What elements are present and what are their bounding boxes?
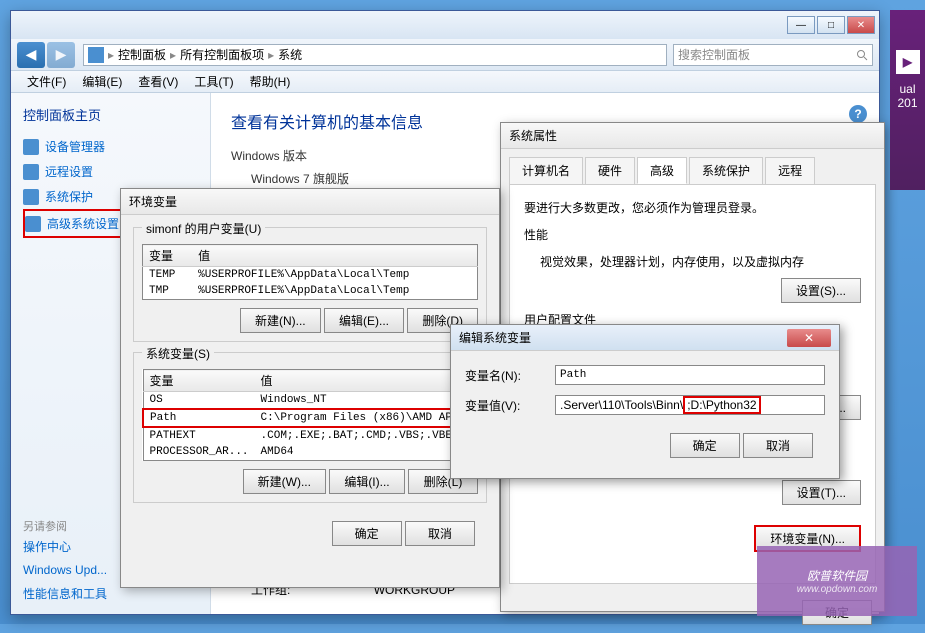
sys-edit-button[interactable]: 编辑(I)... bbox=[329, 469, 404, 494]
maximize-button[interactable]: □ bbox=[817, 16, 845, 34]
envvars-cancel-button[interactable]: 取消 bbox=[405, 521, 475, 546]
tab-computer-name[interactable]: 计算机名 bbox=[509, 157, 583, 184]
table-row-path[interactable]: PathC:\Program Files (x86)\AMD APP\... bbox=[143, 409, 492, 427]
bc-control-panel[interactable]: 控制面板 bbox=[114, 46, 170, 63]
tab-hardware[interactable]: 硬件 bbox=[585, 157, 635, 184]
vs-icon: ▶ bbox=[896, 50, 920, 74]
sys-vars-table[interactable]: 变量值 OSWindows_NT PathC:\Program Files (x… bbox=[142, 369, 493, 461]
envvars-ok-button[interactable]: 确定 bbox=[332, 521, 402, 546]
sys-vars-group: 系统变量(S) 变量值 OSWindows_NT PathC:\Program … bbox=[133, 352, 487, 503]
envvars-title: 环境变量 bbox=[121, 189, 499, 215]
perf-title: 性能 bbox=[524, 226, 861, 243]
perf-text: 视觉效果，处理器计划，内存使用，以及虚拟内存 bbox=[524, 253, 861, 270]
titlebar: — □ ✕ bbox=[11, 11, 879, 39]
tab-advanced[interactable]: 高级 bbox=[637, 157, 687, 184]
close-icon[interactable]: ✕ bbox=[787, 329, 831, 347]
user-vars-group: simonf 的用户变量(U) 变量值 TEMP%USERPROFILE%\Ap… bbox=[133, 227, 487, 342]
forward-button[interactable]: ▶ bbox=[47, 42, 75, 68]
sys-new-button[interactable]: 新建(W)... bbox=[243, 469, 326, 494]
highlighted-value: ;D:\Python32 bbox=[683, 396, 760, 414]
watermark-text: 欧普软件园 bbox=[807, 567, 867, 584]
table-row[interactable]: TMP%USERPROFILE%\AppData\Local\Temp bbox=[143, 283, 478, 300]
perf-settings-button[interactable]: 设置(S)... bbox=[781, 278, 861, 303]
shield-icon bbox=[23, 189, 39, 205]
var-name-input[interactable] bbox=[555, 365, 825, 385]
search-input[interactable]: 搜索控制面板 bbox=[673, 44, 873, 66]
sidebar-item-device-manager[interactable]: 设备管理器 bbox=[23, 134, 198, 159]
menubar: 文件(F) 编辑(E) 查看(V) 工具(T) 帮助(H) bbox=[11, 71, 879, 93]
tab-remote[interactable]: 远程 bbox=[765, 157, 815, 184]
sidebar-item-remote[interactable]: 远程设置 bbox=[23, 159, 198, 184]
help-icon[interactable]: ? bbox=[849, 105, 867, 123]
watermark: 欧普软件园 www.opdown.com bbox=[757, 546, 917, 616]
sidebar-title: 控制面板主页 bbox=[23, 105, 198, 124]
tabs: 计算机名 硬件 高级 系统保护 远程 bbox=[501, 149, 884, 184]
table-row[interactable]: TEMP%USERPROFILE%\AppData\Local\Temp bbox=[143, 267, 478, 284]
shield-icon bbox=[23, 139, 39, 155]
menu-help[interactable]: 帮助(H) bbox=[242, 73, 299, 90]
editvar-ok-button[interactable]: 确定 bbox=[670, 433, 740, 458]
editvar-title: 编辑系统变量 ✕ bbox=[451, 325, 839, 351]
search-icon bbox=[856, 49, 868, 61]
breadcrumb[interactable]: ▸ 控制面板 ▸ 所有控制面板项 ▸ 系统 bbox=[83, 44, 667, 66]
var-value-input[interactable]: .Server\110\Tools\Binn\;D:\Python32 bbox=[555, 395, 825, 415]
table-row[interactable]: PATHEXT.COM;.EXE;.BAT;.CMD;.VBS;.VBE;... bbox=[143, 427, 492, 444]
addressbar: ◀ ▶ ▸ 控制面板 ▸ 所有控制面板项 ▸ 系统 搜索控制面板 bbox=[11, 39, 879, 71]
user-new-button[interactable]: 新建(N)... bbox=[240, 308, 321, 333]
bc-all-items[interactable]: 所有控制面板项 bbox=[176, 46, 268, 63]
menu-view[interactable]: 查看(V) bbox=[130, 73, 186, 90]
env-vars-dialog: 环境变量 simonf 的用户变量(U) 变量值 TEMP%USERPROFIL… bbox=[120, 188, 500, 588]
menu-tools[interactable]: 工具(T) bbox=[186, 73, 241, 90]
shield-icon bbox=[25, 216, 41, 232]
startup-settings-button[interactable]: 设置(T)... bbox=[782, 480, 861, 505]
editvar-cancel-button[interactable]: 取消 bbox=[743, 433, 813, 458]
edit-variable-dialog: 编辑系统变量 ✕ 变量名(N): 变量值(V): .Server\110\Too… bbox=[450, 324, 840, 479]
menu-file[interactable]: 文件(F) bbox=[19, 73, 74, 90]
back-button[interactable]: ◀ bbox=[17, 42, 45, 68]
computer-icon bbox=[88, 47, 104, 63]
shield-icon bbox=[23, 164, 39, 180]
watermark-url: www.opdown.com bbox=[797, 584, 878, 595]
var-value-label: 变量值(V): bbox=[465, 397, 555, 414]
search-placeholder: 搜索控制面板 bbox=[678, 46, 750, 63]
bc-system[interactable]: 系统 bbox=[274, 46, 306, 63]
sys-vars-label: 系统变量(S) bbox=[142, 345, 214, 362]
user-vars-label: simonf 的用户变量(U) bbox=[142, 220, 265, 237]
sysprops-title: 系统属性 bbox=[501, 123, 884, 149]
user-vars-table[interactable]: 变量值 TEMP%USERPROFILE%\AppData\Local\Temp… bbox=[142, 244, 478, 300]
table-row[interactable]: PROCESSOR_AR...AMD64 bbox=[143, 444, 492, 461]
vs-background: ▶ ual 201 bbox=[890, 10, 925, 190]
user-edit-button[interactable]: 编辑(E)... bbox=[324, 308, 404, 333]
var-name-label: 变量名(N): bbox=[465, 367, 555, 384]
minimize-button[interactable]: — bbox=[787, 16, 815, 34]
menu-edit[interactable]: 编辑(E) bbox=[74, 73, 130, 90]
close-button[interactable]: ✕ bbox=[847, 16, 875, 34]
tab-protection[interactable]: 系统保护 bbox=[689, 157, 763, 184]
admin-text: 要进行大多数更改，您必须作为管理员登录。 bbox=[524, 199, 861, 216]
table-row[interactable]: OSWindows_NT bbox=[143, 392, 492, 410]
